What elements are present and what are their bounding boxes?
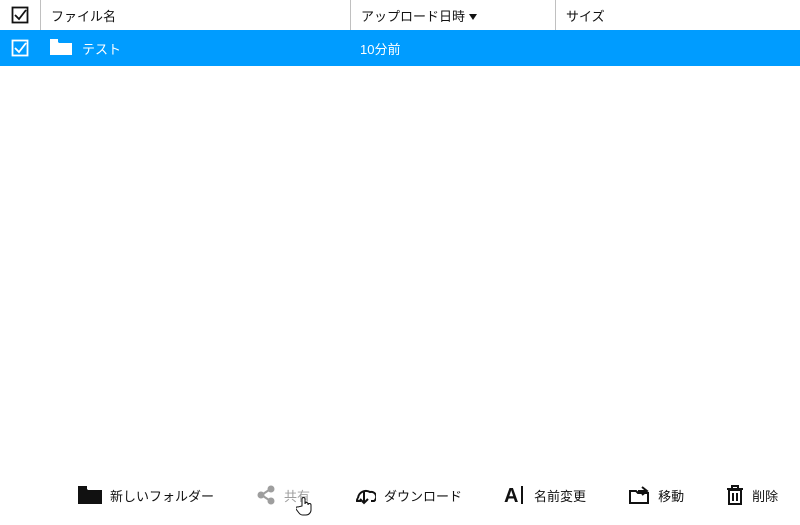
- share-label: 共有: [284, 486, 310, 505]
- row-upload-cell: 10分前: [350, 39, 555, 58]
- table-row[interactable]: テスト 10分前: [0, 30, 800, 66]
- rename-button[interactable]: A 名前変更: [504, 485, 586, 505]
- sort-desc-icon: [469, 8, 477, 23]
- action-toolbar: 新しいフォルダー 共有 ダウンロード A: [0, 465, 800, 525]
- folder-icon: [50, 39, 72, 58]
- move-icon: [628, 485, 650, 505]
- delete-label: 削除: [752, 486, 778, 505]
- new-folder-label: 新しいフォルダー: [110, 486, 214, 505]
- svg-text:A: A: [504, 485, 518, 505]
- table-header: ファイル名 アップロード日時 サイズ: [0, 0, 800, 30]
- download-icon: [352, 485, 376, 505]
- folder-icon: [78, 486, 102, 504]
- move-button[interactable]: 移動: [628, 485, 684, 505]
- download-label: ダウンロード: [384, 486, 462, 505]
- trash-icon: [726, 485, 744, 505]
- share-icon: [256, 485, 276, 505]
- column-header-upload-label: アップロード日時: [361, 6, 465, 25]
- column-header-upload[interactable]: アップロード日時: [350, 0, 555, 30]
- column-header-size[interactable]: サイズ: [555, 0, 800, 30]
- row-checkbox[interactable]: [0, 39, 40, 57]
- row-name-label: テスト: [82, 39, 121, 58]
- share-button: 共有: [256, 485, 310, 505]
- column-header-name-label: ファイル名: [51, 6, 116, 25]
- select-all-checkbox[interactable]: [0, 6, 40, 24]
- delete-button[interactable]: 削除: [726, 485, 778, 505]
- row-name-cell[interactable]: テスト: [40, 39, 350, 58]
- rename-icon: A: [504, 485, 526, 505]
- download-button[interactable]: ダウンロード: [352, 485, 462, 505]
- row-upload-label: 10分前: [360, 39, 400, 58]
- rename-label: 名前変更: [534, 486, 586, 505]
- new-folder-button[interactable]: 新しいフォルダー: [78, 486, 214, 505]
- column-header-size-label: サイズ: [566, 6, 605, 25]
- move-label: 移動: [658, 486, 684, 505]
- column-header-name[interactable]: ファイル名: [40, 0, 350, 30]
